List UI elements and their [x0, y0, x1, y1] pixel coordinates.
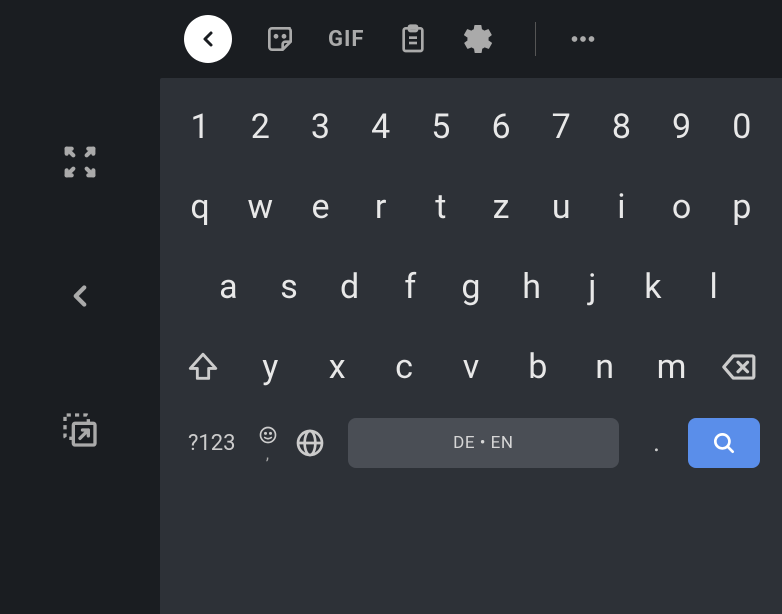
- key-t[interactable]: t: [412, 178, 470, 236]
- float-icon[interactable]: [58, 408, 102, 452]
- key-y[interactable]: y: [241, 338, 299, 396]
- key-m[interactable]: m: [643, 338, 701, 396]
- gear-icon[interactable]: [461, 22, 495, 56]
- key-z[interactable]: z: [472, 178, 530, 236]
- key-2[interactable]: 2: [231, 98, 289, 156]
- backspace-key[interactable]: [709, 348, 767, 386]
- search-key[interactable]: [688, 418, 760, 468]
- key-3[interactable]: 3: [291, 98, 349, 156]
- key-g[interactable]: g: [442, 258, 500, 316]
- fullscreen-icon[interactable]: [58, 140, 102, 184]
- key-9[interactable]: 9: [653, 98, 711, 156]
- key-8[interactable]: 8: [592, 98, 650, 156]
- spacebar[interactable]: DE • EN: [348, 418, 620, 468]
- key-1[interactable]: 1: [171, 98, 229, 156]
- key-0[interactable]: 0: [713, 98, 771, 156]
- symbols-key[interactable]: ?123: [182, 431, 242, 456]
- key-q[interactable]: q: [171, 178, 229, 236]
- key-l[interactable]: l: [685, 258, 743, 316]
- shift-key[interactable]: [174, 350, 232, 384]
- key-i[interactable]: i: [592, 178, 650, 236]
- language-key[interactable]: [294, 427, 326, 459]
- key-b[interactable]: b: [509, 338, 567, 396]
- clipboard-icon[interactable]: [397, 23, 429, 55]
- key-r[interactable]: r: [352, 178, 410, 236]
- keyboard-panel: GIF 1 2 3 4 5 6: [160, 0, 782, 614]
- letter-row-2: a s d f g h j k l: [170, 258, 772, 316]
- period-key[interactable]: .: [641, 428, 672, 458]
- number-row: 1 2 3 4 5 6 7 8 9 0: [170, 98, 772, 156]
- key-e[interactable]: e: [291, 178, 349, 236]
- key-v[interactable]: v: [442, 338, 500, 396]
- key-u[interactable]: u: [532, 178, 590, 236]
- sticker-icon[interactable]: [264, 23, 296, 55]
- key-a[interactable]: a: [199, 258, 257, 316]
- more-icon[interactable]: [566, 22, 600, 56]
- letter-row-1: q w e r t z u i o p: [170, 178, 772, 236]
- key-j[interactable]: j: [563, 258, 621, 316]
- key-w[interactable]: w: [231, 178, 289, 236]
- keyboard: 1 2 3 4 5 6 7 8 9 0 q w e r t z u i o p …: [160, 78, 782, 614]
- key-n[interactable]: n: [576, 338, 634, 396]
- toolbar-divider: [535, 22, 536, 56]
- key-o[interactable]: o: [653, 178, 711, 236]
- key-x[interactable]: x: [308, 338, 366, 396]
- bottom-row: ?123 , DE • EN .: [170, 418, 772, 468]
- left-panel: [0, 0, 160, 614]
- key-f[interactable]: f: [381, 258, 439, 316]
- key-5[interactable]: 5: [412, 98, 470, 156]
- gif-button[interactable]: GIF: [328, 27, 365, 52]
- key-c[interactable]: c: [375, 338, 433, 396]
- key-d[interactable]: d: [321, 258, 379, 316]
- key-4[interactable]: 4: [352, 98, 410, 156]
- key-k[interactable]: k: [624, 258, 682, 316]
- key-p[interactable]: p: [713, 178, 771, 236]
- keyboard-toolbar: GIF: [160, 0, 782, 78]
- back-icon[interactable]: [58, 274, 102, 318]
- comma-sublabel: ,: [266, 446, 269, 462]
- emoji-key[interactable]: ,: [258, 425, 278, 462]
- key-7[interactable]: 7: [532, 98, 590, 156]
- key-s[interactable]: s: [260, 258, 318, 316]
- key-6[interactable]: 6: [472, 98, 530, 156]
- letter-row-3: y x c v b n m: [170, 338, 772, 396]
- toolbar-back-button[interactable]: [184, 15, 232, 63]
- key-h[interactable]: h: [503, 258, 561, 316]
